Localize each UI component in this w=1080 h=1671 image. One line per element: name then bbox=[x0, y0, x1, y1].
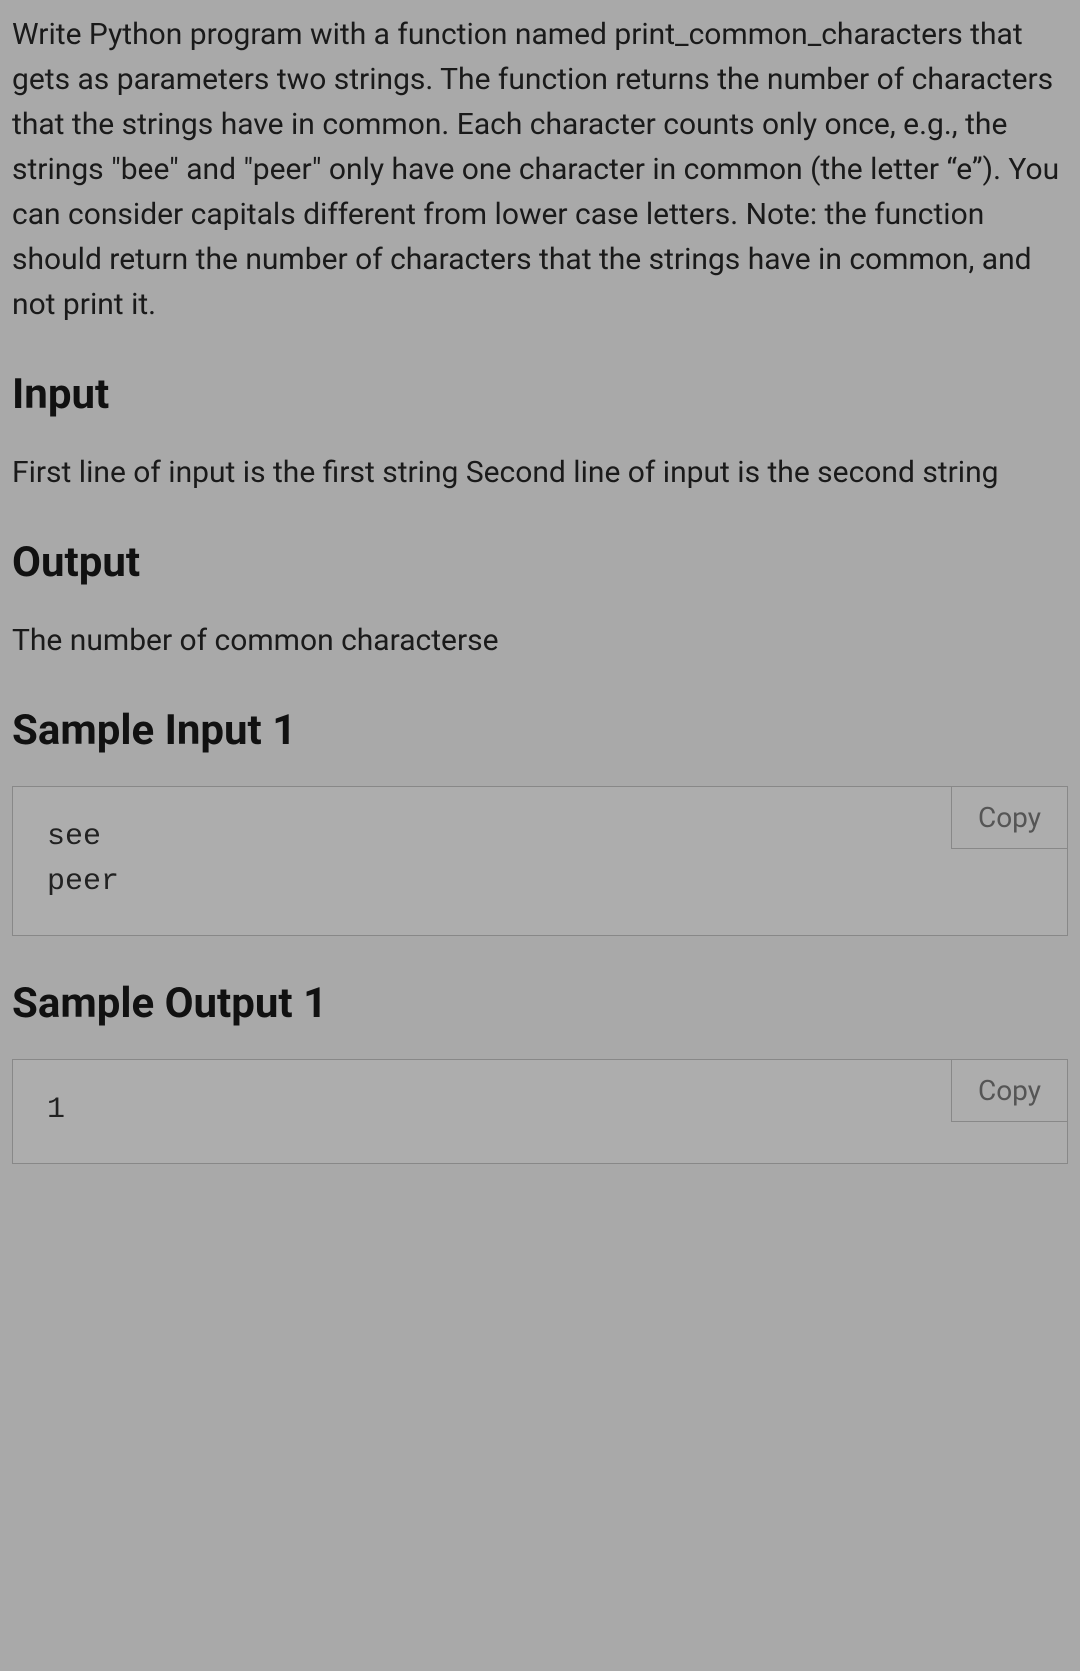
sample-output-1-heading: Sample Output 1 bbox=[12, 972, 1068, 1035]
input-description: First line of input is the first string … bbox=[12, 450, 1068, 495]
copy-button[interactable]: Copy bbox=[951, 1059, 1068, 1122]
copy-button[interactable]: Copy bbox=[951, 786, 1068, 849]
problem-description: Write Python program with a function nam… bbox=[12, 12, 1068, 327]
output-description: The number of common characterse bbox=[12, 618, 1068, 663]
sample-input-1-block: Copy see peer bbox=[12, 786, 1068, 936]
input-heading: Input bbox=[12, 363, 1068, 426]
sample-input-1-heading: Sample Input 1 bbox=[12, 699, 1068, 762]
sample-output-1-content: 1 bbox=[13, 1060, 1067, 1163]
sample-input-1-content: see peer bbox=[13, 787, 1067, 935]
sample-output-1-block: Copy 1 bbox=[12, 1059, 1068, 1164]
output-heading: Output bbox=[12, 531, 1068, 594]
